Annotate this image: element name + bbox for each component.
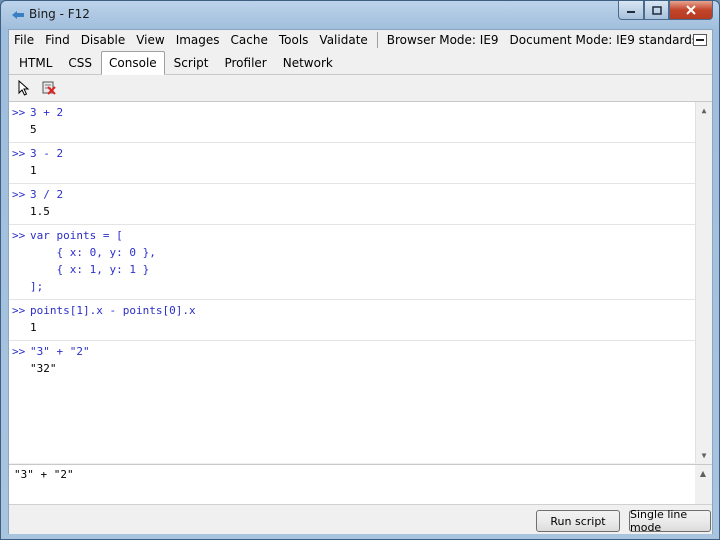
devtools-window: Bing - F12 File Find Disable View Images… [0, 0, 720, 540]
devtools-client: File Find Disable View Images Cache Tool… [8, 29, 713, 534]
console-output[interactable]: >> 3 + 2 5 >> 3 - 2 1 >> 3 / 2 1.5 >> var po… [9, 101, 712, 463]
select-element-icon [18, 80, 30, 96]
tab-css[interactable]: CSS [61, 52, 99, 74]
menu-find[interactable]: Find [45, 33, 70, 47]
console-prompt: >> [12, 304, 26, 317]
menu-separator [376, 32, 378, 48]
single-line-mode-button[interactable]: Single line mode [629, 508, 711, 534]
console-command-continued: { x: 0, y: 0 }, [30, 246, 156, 259]
console-command: "3" + "2" [30, 345, 90, 358]
console-command: 3 - 2 [30, 147, 64, 160]
console-entry: >> 3 / 2 1.5 [9, 184, 712, 225]
scroll-up-icon[interactable]: ▲ [696, 102, 712, 119]
minimize-button[interactable] [618, 1, 644, 20]
menu-validate[interactable]: Validate [319, 33, 367, 47]
menu-disable[interactable]: Disable [81, 33, 126, 47]
console-entry: >> "3" + "2" "32" [9, 341, 712, 381]
console-command: 3 + 2 [30, 106, 64, 119]
scroll-down-icon[interactable]: ▼ [696, 447, 712, 463]
console-prompt: >> [12, 106, 26, 119]
tab-profiler[interactable]: Profiler [217, 52, 273, 74]
menu-cache[interactable]: Cache [231, 33, 268, 47]
close-button[interactable] [669, 1, 713, 20]
clear-console-icon [42, 81, 56, 95]
console-entry: >> 3 + 2 5 [9, 102, 712, 143]
console-result: 1 [30, 321, 37, 334]
console-entry: >> var points = [ { x: 0, y: 0 }, { x: 1,… [9, 225, 712, 300]
menu-tools[interactable]: Tools [279, 33, 309, 47]
menu-document-mode[interactable]: Document Mode: IE9 standards [510, 33, 699, 47]
console-command-continued: ]; [30, 280, 44, 293]
console-result: 1.5 [30, 205, 50, 218]
console-prompt: >> [12, 188, 26, 201]
minimize-devtools-icon[interactable] [693, 34, 707, 46]
console-prompt: >> [12, 147, 26, 160]
close-icon [686, 5, 696, 15]
menu-view[interactable]: View [136, 33, 164, 47]
console-command: 3 / 2 [30, 188, 64, 201]
select-element-button[interactable] [14, 78, 34, 98]
console-command-continued: { x: 1, y: 1 } [30, 263, 150, 276]
maximize-button[interactable] [644, 1, 669, 20]
console-result: 1 [30, 164, 37, 177]
menu-browser-mode[interactable]: Browser Mode: IE9 [387, 33, 499, 47]
input-scroll-up-icon[interactable]: ▲ [695, 465, 711, 482]
title-bar[interactable]: Bing - F12 [1, 1, 719, 29]
tab-html[interactable]: HTML [12, 52, 59, 74]
console-command: points[1].x - points[0].x [30, 304, 196, 317]
tab-script[interactable]: Script [167, 52, 216, 74]
tab-bar: HTML CSS Console Script Profiler Network [9, 51, 712, 75]
console-vertical-scrollbar[interactable]: ▲ ▼ [695, 102, 712, 463]
console-toolbar [9, 76, 712, 100]
run-script-button[interactable]: Run script [536, 510, 620, 532]
console-result: "32" [30, 362, 57, 375]
tab-network[interactable]: Network [276, 52, 340, 74]
menu-bar: File Find Disable View Images Cache Tool… [9, 30, 712, 50]
console-prompt: >> [12, 345, 26, 358]
devtools-icon [12, 11, 24, 19]
console-result: 5 [30, 123, 37, 136]
console-entry: >> points[1].x - points[0].x 1 [9, 300, 712, 341]
menu-images[interactable]: Images [176, 33, 220, 47]
console-command: var points = [ [30, 229, 123, 242]
console-bottom-bar: Run script Single line mode [9, 504, 712, 534]
window-title: Bing - F12 [29, 7, 90, 21]
clear-console-button[interactable] [39, 78, 59, 98]
menu-file[interactable]: File [14, 33, 34, 47]
minimize-icon [627, 11, 635, 13]
console-prompt: >> [12, 229, 26, 242]
tab-console[interactable]: Console [101, 51, 165, 75]
maximize-icon [651, 5, 662, 15]
window-controls [618, 1, 713, 21]
console-entry: >> 3 - 2 1 [9, 143, 712, 184]
